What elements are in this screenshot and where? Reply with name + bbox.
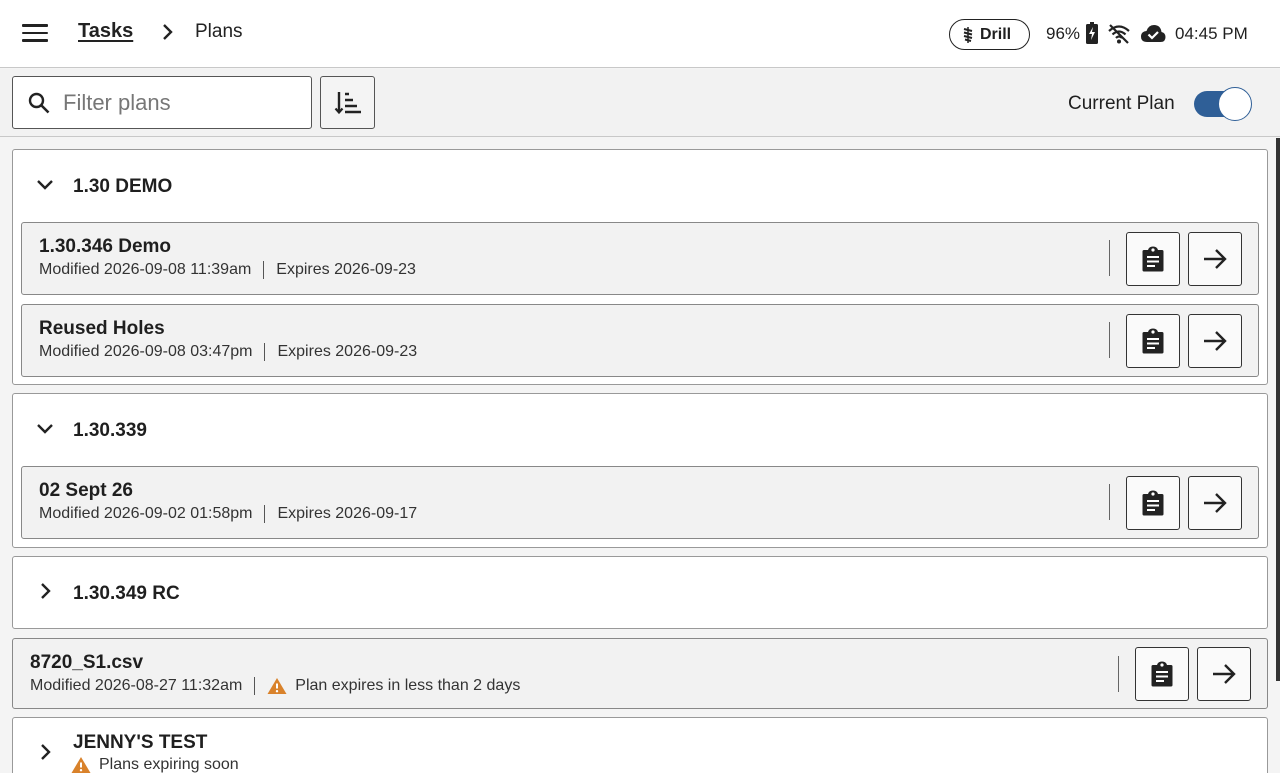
plan-group: 1.30.339 02 Sept 26 Modified 2026-09-02 … xyxy=(12,393,1268,548)
plan-details-button[interactable] xyxy=(1126,314,1180,368)
plan-modified: Modified 2026-09-08 11:39am xyxy=(39,261,252,278)
menu-icon[interactable] xyxy=(22,22,48,44)
plan-meta: Modified 2026-09-08 11:39am Expires 2026… xyxy=(39,261,416,279)
plan-card[interactable]: 1.30.346 Demo Modified 2026-09-08 11:39a… xyxy=(21,222,1259,295)
chevron-right-icon xyxy=(41,583,51,599)
toggle-knob xyxy=(1218,87,1252,121)
open-plan-button[interactable] xyxy=(1188,232,1242,286)
plan-modified: Modified 2026-09-02 01:58pm xyxy=(39,505,253,522)
group-title: 1.30.349 RC xyxy=(73,583,180,604)
meta-divider xyxy=(254,677,256,695)
battery-charging-icon xyxy=(1086,22,1098,44)
warning-icon xyxy=(71,757,91,773)
meta-divider xyxy=(264,343,266,361)
breadcrumb-current: Plans xyxy=(195,21,243,42)
plan-card[interactable]: 02 Sept 26 Modified 2026-09-02 01:58pm E… xyxy=(21,466,1259,539)
mode-label: Drill xyxy=(980,25,1012,43)
arrow-right-icon xyxy=(1204,493,1227,513)
group-warning: Plans expiring soon xyxy=(71,756,239,773)
filter-input[interactable] xyxy=(63,89,283,116)
plan-expires: Expires 2026-09-17 xyxy=(277,505,418,522)
action-divider xyxy=(1109,484,1110,520)
clipboard-icon xyxy=(1151,661,1173,687)
cloud-done-icon xyxy=(1141,25,1166,42)
scrollbar-thumb[interactable] xyxy=(1276,138,1280,681)
sort-icon xyxy=(334,91,361,114)
plan-details-button[interactable] xyxy=(1126,476,1180,530)
plan-details-button[interactable] xyxy=(1135,647,1189,701)
plans-list[interactable]: 1.30 DEMO 1.30.346 Demo Modified 2026-09… xyxy=(0,138,1280,773)
meta-divider xyxy=(264,505,266,523)
app-header: Tasks Plans Drill 96% 04:45 PM xyxy=(0,0,1280,68)
plans-toolbar: Current Plan xyxy=(0,69,1280,137)
plan-card[interactable]: 8720_S1.csv Modified 2026-08-27 11:32am … xyxy=(12,638,1268,709)
mode-badge[interactable]: Drill xyxy=(949,19,1030,50)
plan-warning: Plan expires in less than 2 days xyxy=(295,677,521,694)
clipboard-icon xyxy=(1142,490,1164,516)
plan-meta: Modified 2026-08-27 11:32am Plan expires… xyxy=(30,677,520,695)
arrow-right-icon xyxy=(1204,331,1227,351)
meta-divider xyxy=(263,261,265,279)
open-plan-button[interactable] xyxy=(1197,647,1251,701)
sort-button[interactable] xyxy=(320,76,375,129)
plan-name: 1.30.346 Demo xyxy=(39,236,172,257)
plan-modified: Modified 2026-09-08 03:47pm xyxy=(39,343,253,360)
plan-details-button[interactable] xyxy=(1126,232,1180,286)
action-divider xyxy=(1109,322,1110,358)
action-divider xyxy=(1109,240,1110,276)
current-plan-toggle[interactable] xyxy=(1194,87,1252,121)
plan-card[interactable]: Reused Holes Modified 2026-09-08 03:47pm… xyxy=(21,304,1259,377)
arrow-right-icon xyxy=(1213,664,1236,684)
filter-box[interactable] xyxy=(12,76,312,129)
group-title: 1.30 DEMO xyxy=(73,176,173,197)
chevron-right-icon xyxy=(41,744,51,760)
clock: 04:45 PM xyxy=(1175,24,1248,43)
group-header[interactable]: 1.30 DEMO xyxy=(13,150,1267,220)
chevron-down-icon xyxy=(37,180,53,190)
plan-expires: Expires 2026-09-23 xyxy=(276,261,416,278)
clipboard-icon xyxy=(1142,246,1164,272)
chevron-down-icon xyxy=(37,424,53,434)
plan-name: Reused Holes xyxy=(39,318,165,339)
action-divider xyxy=(1118,656,1119,692)
group-header[interactable]: 1.30.339 xyxy=(13,394,1267,464)
group-warning-text: Plans expiring soon xyxy=(99,756,239,773)
plan-group: 1.30 DEMO 1.30.346 Demo Modified 2026-09… xyxy=(12,149,1268,385)
warning-icon xyxy=(267,678,287,694)
plan-meta: Modified 2026-09-08 03:47pm Expires 2026… xyxy=(39,343,417,361)
plan-expires: Expires 2026-09-23 xyxy=(277,343,418,360)
plan-meta: Modified 2026-09-02 01:58pm Expires 2026… xyxy=(39,505,417,523)
plan-group[interactable]: JENNY'S TEST Plans expiring soon xyxy=(12,717,1268,773)
group-title: JENNY'S TEST xyxy=(73,732,208,753)
drill-bit-icon xyxy=(963,26,973,43)
clipboard-icon xyxy=(1142,328,1164,354)
plan-name: 02 Sept 26 xyxy=(39,480,133,501)
breadcrumb-tasks-link[interactable]: Tasks xyxy=(78,20,133,43)
plan-group[interactable]: 1.30.349 RC xyxy=(12,556,1268,629)
open-plan-button[interactable] xyxy=(1188,314,1242,368)
current-plan-label: Current Plan xyxy=(1068,93,1175,114)
arrow-right-icon xyxy=(1204,249,1227,269)
wifi-off-icon xyxy=(1108,24,1130,44)
plan-modified: Modified 2026-08-27 11:32am xyxy=(30,677,243,694)
battery-level: 96% xyxy=(1046,24,1081,43)
group-title: 1.30.339 xyxy=(73,420,147,441)
chevron-right-icon xyxy=(163,24,173,40)
search-icon xyxy=(28,92,50,113)
open-plan-button[interactable] xyxy=(1188,476,1242,530)
plan-name: 8720_S1.csv xyxy=(30,652,144,673)
